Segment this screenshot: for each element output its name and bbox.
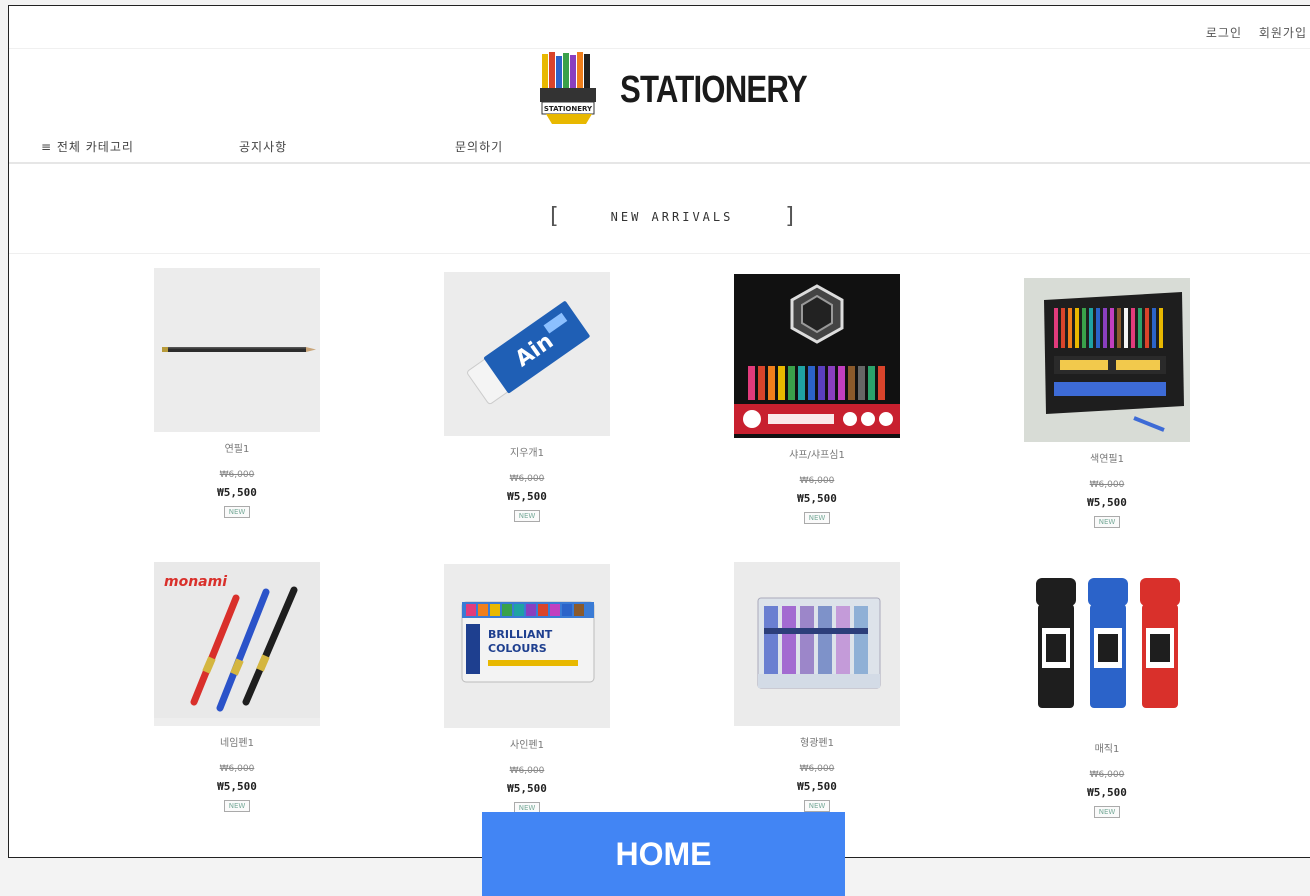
section-title: NEW ARRIVALS xyxy=(610,209,734,224)
auth-links: 로그인 회원가입 xyxy=(1194,24,1307,41)
login-link[interactable]: 로그인 xyxy=(1206,26,1242,40)
product-card[interactable]: 샤프/샤프심1 ₩6,000 ₩5,500 NEW xyxy=(732,274,902,524)
original-price: ₩6,000 xyxy=(799,476,835,486)
browser-frame: 로그인 회원가입 STATIONERY STATIONERY ≡ 전체 카테고리… xyxy=(8,5,1310,858)
new-badge: NEW xyxy=(223,800,251,812)
original-price: ₩6,000 xyxy=(219,470,255,480)
brand-title: STATIONERY xyxy=(620,68,808,111)
new-badge: NEW xyxy=(223,506,251,518)
section-heading: [ NEW ARRIVALS ] xyxy=(547,204,797,229)
logo-badge-icon: STATIONERY xyxy=(536,52,602,128)
product-name: 지우개1 xyxy=(510,448,544,459)
new-badge: NEW xyxy=(1093,516,1121,528)
bracket-left: [ xyxy=(547,204,561,229)
sale-price: ₩5,500 xyxy=(507,490,547,503)
colored-pencil-set-image[interactable] xyxy=(1024,278,1190,442)
bracket-right: ] xyxy=(783,204,797,229)
product-card[interactable]: monami 네임펜1 ₩6,000 ₩5,500 NEW xyxy=(152,562,322,812)
sale-price: ₩5,500 xyxy=(507,782,547,795)
product-card[interactable]: 색연필1 ₩6,000 ₩5,500 NEW xyxy=(1022,278,1192,528)
product-card[interactable]: 매직1 ₩6,000 ₩5,500 NEW xyxy=(1022,568,1192,818)
original-price: ₩6,000 xyxy=(1089,770,1125,780)
markers-image[interactable] xyxy=(1024,568,1190,732)
product-name: 사인펜1 xyxy=(510,740,544,751)
original-price: ₩6,000 xyxy=(219,764,255,774)
nav-inquiry[interactable]: 문의하기 xyxy=(455,138,503,155)
eraser-image[interactable]: Ain xyxy=(444,272,610,436)
new-badge: NEW xyxy=(803,512,831,524)
pencil-image[interactable] xyxy=(154,268,320,432)
product-name: 샤프/샤프심1 xyxy=(789,450,845,461)
product-name: 형광펜1 xyxy=(800,738,834,749)
svg-text:COLOURS: COLOURS xyxy=(488,642,547,655)
sign-pen-set-image[interactable]: BRILLIANT COLOURS xyxy=(444,564,610,728)
product-card[interactable]: 형광펜1 ₩6,000 ₩5,500 NEW xyxy=(732,562,902,812)
sale-price: ₩5,500 xyxy=(1087,786,1127,799)
product-card[interactable]: 연필1 ₩6,000 ₩5,500 NEW xyxy=(152,268,322,518)
svg-text:monami: monami xyxy=(164,574,227,590)
original-price: ₩6,000 xyxy=(509,766,545,776)
original-price: ₩6,000 xyxy=(799,764,835,774)
sale-price: ₩5,500 xyxy=(797,492,837,505)
product-name: 네임펜1 xyxy=(220,738,254,749)
svg-text:BRILLIANT: BRILLIANT xyxy=(488,628,553,641)
original-price: ₩6,000 xyxy=(1089,480,1125,490)
site-logo[interactable]: STATIONERY STATIONERY xyxy=(536,52,848,128)
home-button[interactable]: HOME xyxy=(482,812,845,896)
product-name: 색연필1 xyxy=(1090,454,1124,465)
product-card[interactable]: Ain 지우개1 ₩6,000 ₩5,500 NEW xyxy=(442,272,612,522)
divider xyxy=(9,48,1310,49)
nav-all-categories[interactable]: ≡ 전체 카테고리 xyxy=(41,138,134,155)
nav-divider xyxy=(9,162,1310,164)
highlighter-set-image[interactable] xyxy=(734,562,900,726)
section-divider xyxy=(9,253,1310,254)
signup-link[interactable]: 회원가입 xyxy=(1259,26,1307,40)
nav-notice[interactable]: 공지사항 xyxy=(239,138,287,155)
sale-price: ₩5,500 xyxy=(1087,496,1127,509)
new-badge: NEW xyxy=(803,800,831,812)
new-badge: NEW xyxy=(1093,806,1121,818)
product-card[interactable]: BRILLIANT COLOURS 사인펜1 ₩6,000 ₩5,500 NEW xyxy=(442,564,612,814)
product-name: 매직1 xyxy=(1094,744,1120,755)
name-pens-image[interactable]: monami xyxy=(154,562,320,726)
original-price: ₩6,000 xyxy=(509,474,545,484)
graphite-set-image[interactable] xyxy=(734,274,900,438)
sale-price: ₩5,500 xyxy=(217,780,257,793)
logo-badge-text: STATIONERY xyxy=(544,105,593,113)
product-name: 연필1 xyxy=(224,444,250,455)
sale-price: ₩5,500 xyxy=(797,780,837,793)
new-badge: NEW xyxy=(513,510,541,522)
sale-price: ₩5,500 xyxy=(217,486,257,499)
